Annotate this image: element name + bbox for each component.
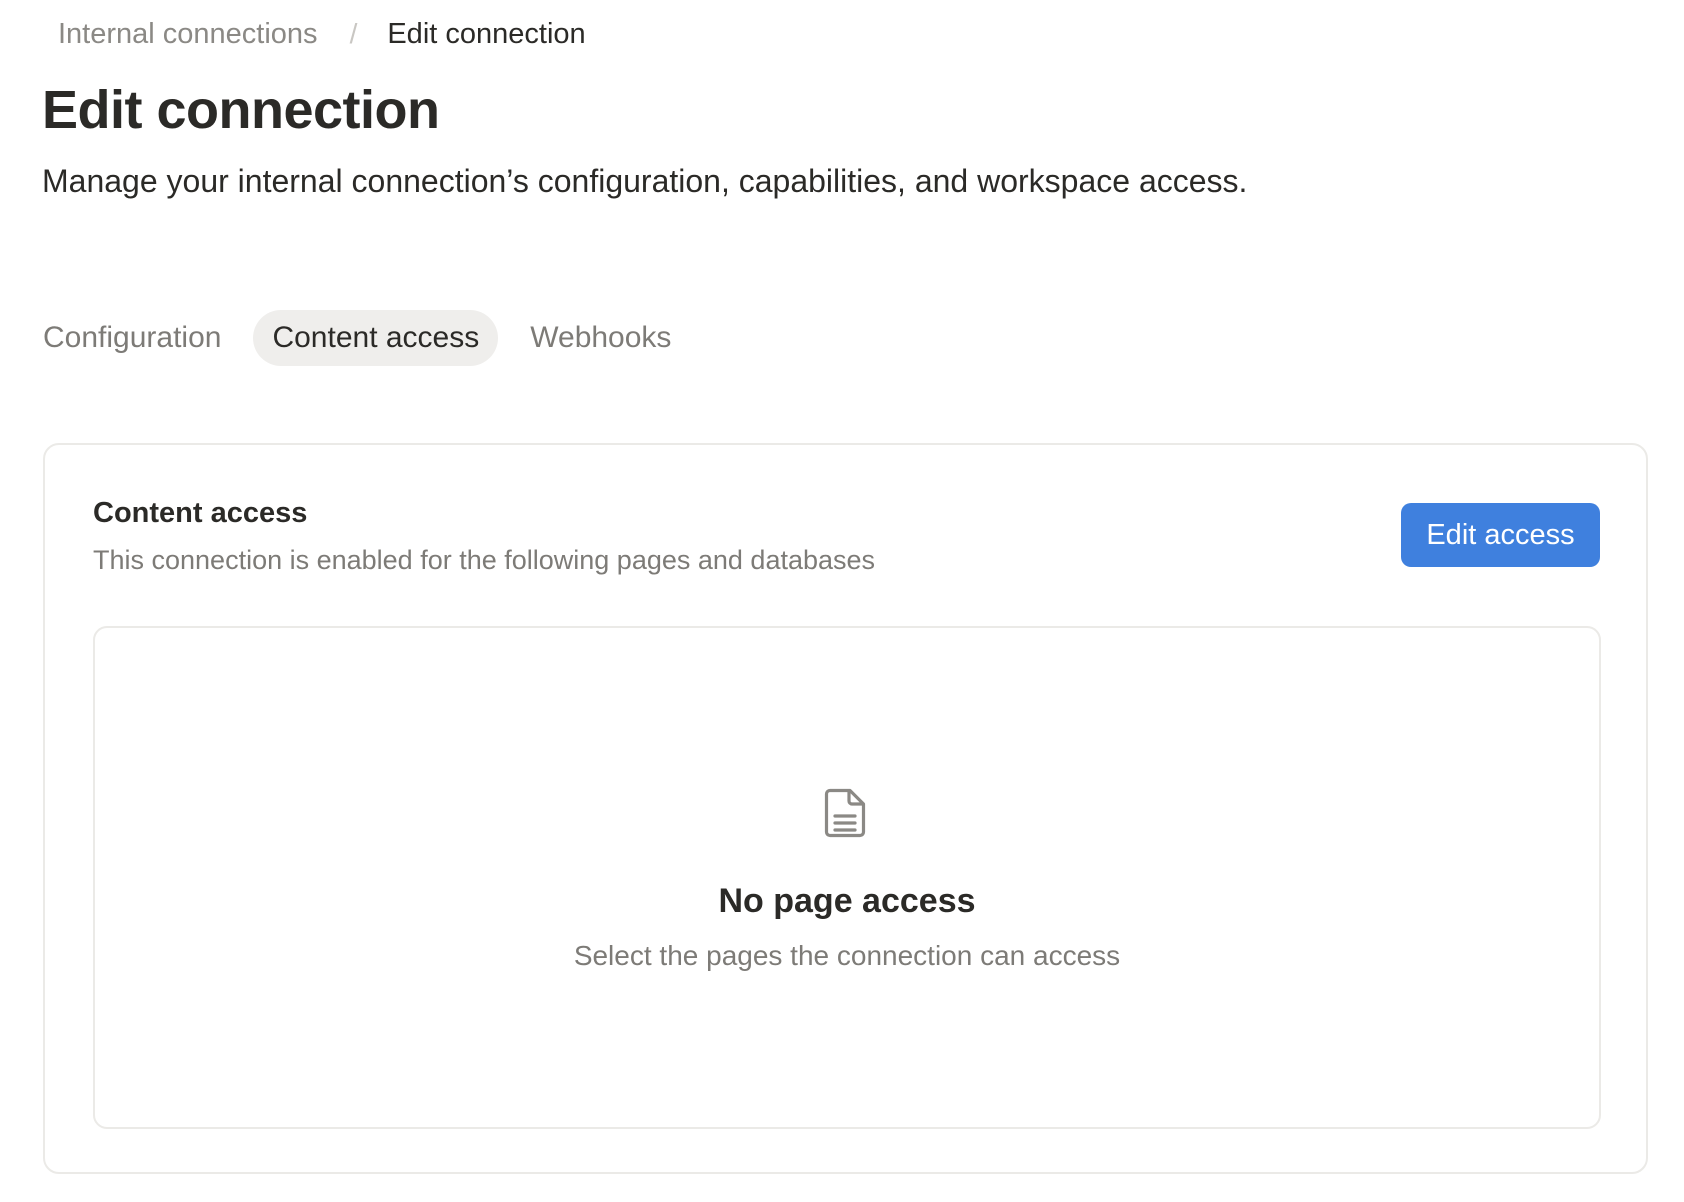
breadcrumb-current: Edit connection bbox=[387, 17, 586, 50]
empty-state-title: No page access bbox=[718, 882, 976, 920]
breadcrumb-separator: / bbox=[349, 18, 358, 49]
page-subtitle: Manage your internal connection’s config… bbox=[42, 163, 1248, 199]
edit-connection-page: Internal connections / Edit connection E… bbox=[0, 0, 1684, 1202]
tab-content-access[interactable]: Content access bbox=[253, 310, 499, 366]
page-title: Edit connection bbox=[42, 80, 440, 140]
tab-bar: Configuration Content access Webhooks bbox=[24, 310, 703, 366]
empty-state: No page access Select the pages the conn… bbox=[93, 626, 1601, 1129]
content-access-title: Content access bbox=[93, 497, 308, 529]
edit-access-button[interactable]: Edit access bbox=[1401, 503, 1600, 567]
breadcrumb: Internal connections / Edit connection bbox=[58, 14, 586, 54]
empty-state-description: Select the pages the connection can acce… bbox=[573, 940, 1121, 971]
content-access-description: This connection is enabled for the follo… bbox=[93, 545, 876, 575]
content-access-card: Content access This connection is enable… bbox=[43, 443, 1648, 1174]
tab-webhooks[interactable]: Webhooks bbox=[511, 310, 690, 366]
breadcrumb-internal-connections-link[interactable]: Internal connections bbox=[58, 18, 318, 51]
tab-configuration[interactable]: Configuration bbox=[24, 310, 240, 366]
document-icon bbox=[824, 788, 866, 838]
